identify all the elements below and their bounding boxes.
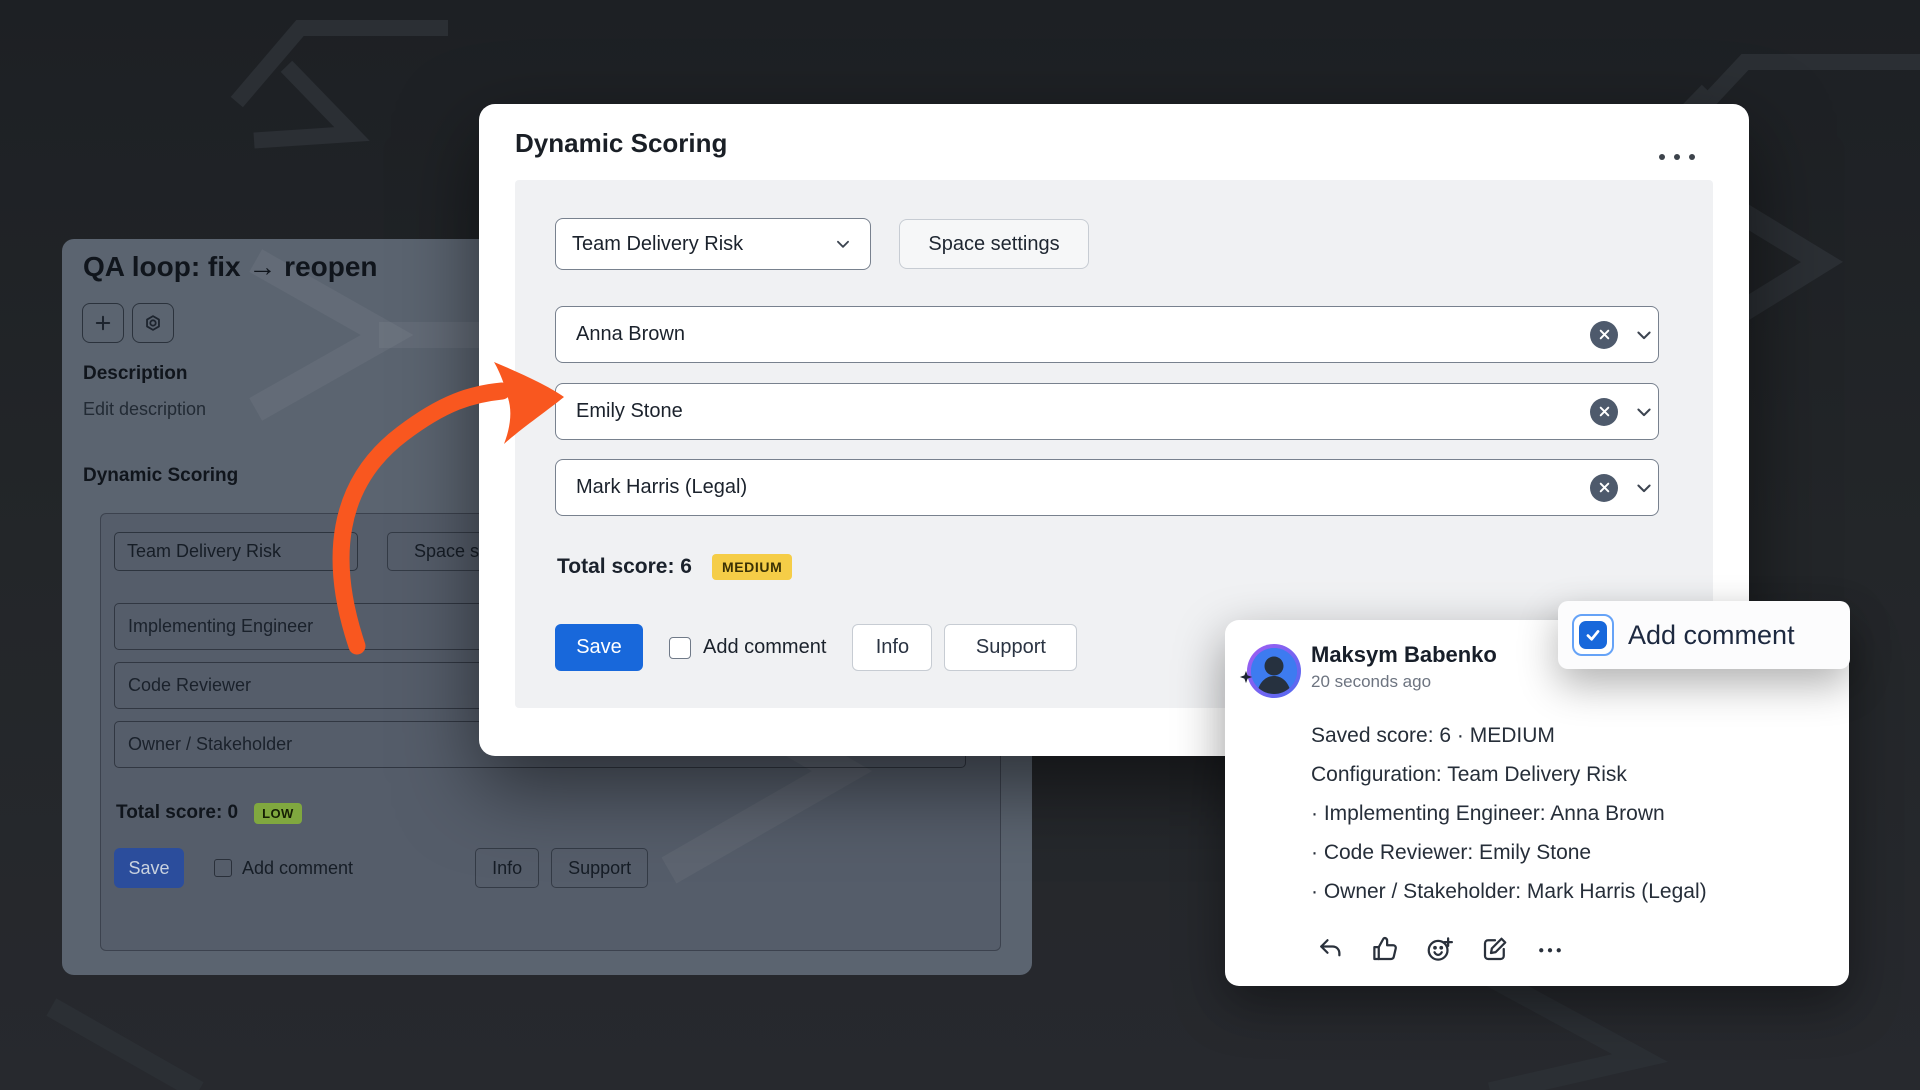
plus-icon [94, 314, 112, 332]
person-select-owner-stakeholder[interactable]: Mark Harris (Legal) [555, 459, 1659, 516]
like-button[interactable] [1370, 934, 1400, 964]
person-select-value: Mark Harris (Legal) [556, 476, 1590, 499]
comment-card: Maksym Babenko 20 seconds ago Saved scor… [1225, 620, 1849, 986]
add-reaction-button[interactable] [1425, 934, 1455, 964]
config-select-value: Team Delivery Risk [572, 233, 834, 256]
score-badge-medium: MEDIUM [712, 554, 792, 580]
space-settings-button[interactable]: Space settings [899, 219, 1089, 269]
settings-icon [144, 314, 162, 332]
reply-button[interactable] [1315, 934, 1345, 964]
add-comment-label[interactable]: Add comment [703, 636, 826, 659]
chevron-down-icon [834, 235, 852, 253]
sparkle-icon [1239, 670, 1253, 684]
support-button[interactable]: Support [551, 848, 648, 888]
score-badge-low: LOW [254, 803, 302, 824]
avatar-photo [1251, 648, 1297, 694]
add-comment-checkbox[interactable] [669, 637, 691, 659]
comment-line: · Code Reviewer: Emily Stone [1311, 833, 1707, 872]
total-score-text: Total score: 6 [557, 555, 692, 579]
add-comment-checkbox[interactable] [214, 859, 232, 877]
screenshot-root: QA loop: fix → reopen Description Edit d… [0, 0, 1920, 1090]
settings-button[interactable] [132, 303, 174, 343]
comment-body: Saved score: 6 · MEDIUM Configuration: T… [1311, 716, 1707, 911]
add-reaction-icon [1425, 934, 1455, 964]
person-select-implementing-engineer[interactable]: Anna Brown [555, 306, 1659, 363]
comment-author: Maksym Babenko [1311, 642, 1497, 668]
chevron-down-icon [332, 544, 347, 559]
person-select-code-reviewer[interactable]: Emily Stone [555, 383, 1659, 440]
description-heading: Description [83, 363, 188, 385]
config-select-value: Team Delivery Risk [127, 541, 332, 562]
support-button[interactable]: Support [944, 624, 1077, 671]
chevron-down-icon [1634, 478, 1654, 498]
save-button[interactable]: Save [114, 848, 184, 888]
more-button[interactable] [1535, 934, 1565, 964]
chevron-down-icon [1634, 402, 1654, 422]
add-button[interactable] [82, 303, 124, 343]
reply-icon [1315, 934, 1345, 964]
checkbox-checked [1579, 621, 1607, 649]
dynamic-scoring-heading: Dynamic Scoring [83, 465, 238, 487]
modal-title: Dynamic Scoring [515, 128, 727, 159]
person-select-value: Emily Stone [556, 400, 1590, 423]
add-comment-popover: Add comment [1558, 601, 1850, 669]
config-select[interactable]: Team Delivery Risk [114, 532, 358, 571]
clear-icon[interactable] [1590, 398, 1618, 426]
add-comment-label[interactable]: Add comment [1628, 620, 1795, 651]
more-options-button[interactable] [1655, 150, 1699, 164]
edit-icon [1480, 934, 1510, 964]
edit-button[interactable] [1480, 934, 1510, 964]
clear-icon[interactable] [1590, 321, 1618, 349]
comment-timestamp: 20 seconds ago [1311, 672, 1431, 692]
avatar[interactable] [1247, 644, 1301, 698]
chevron-down-icon [1634, 325, 1654, 345]
comment-actions [1315, 934, 1565, 964]
info-button[interactable]: Info [852, 624, 932, 671]
issue-title: QA loop: fix → reopen [83, 251, 378, 283]
clear-icon[interactable] [1590, 474, 1618, 502]
comment-line: Configuration: Team Delivery Risk [1311, 755, 1707, 794]
comment-line: Saved score: 6 · MEDIUM [1311, 716, 1707, 755]
info-button[interactable]: Info [475, 848, 539, 888]
thumbs-up-icon [1370, 934, 1400, 964]
comment-line: · Implementing Engineer: Anna Brown [1311, 794, 1707, 833]
total-score-text: Total score: 0 [116, 802, 238, 824]
save-button[interactable]: Save [555, 624, 643, 671]
comment-line: · Owner / Stakeholder: Mark Harris (Lega… [1311, 872, 1707, 911]
add-comment-label[interactable]: Add comment [242, 858, 353, 879]
edit-description[interactable]: Edit description [83, 399, 206, 420]
add-comment-checkbox[interactable] [1572, 614, 1614, 656]
person-select-value: Anna Brown [556, 323, 1590, 346]
check-icon [1584, 626, 1602, 644]
more-horizontal-icon [1535, 934, 1565, 964]
config-select[interactable]: Team Delivery Risk [555, 218, 871, 270]
